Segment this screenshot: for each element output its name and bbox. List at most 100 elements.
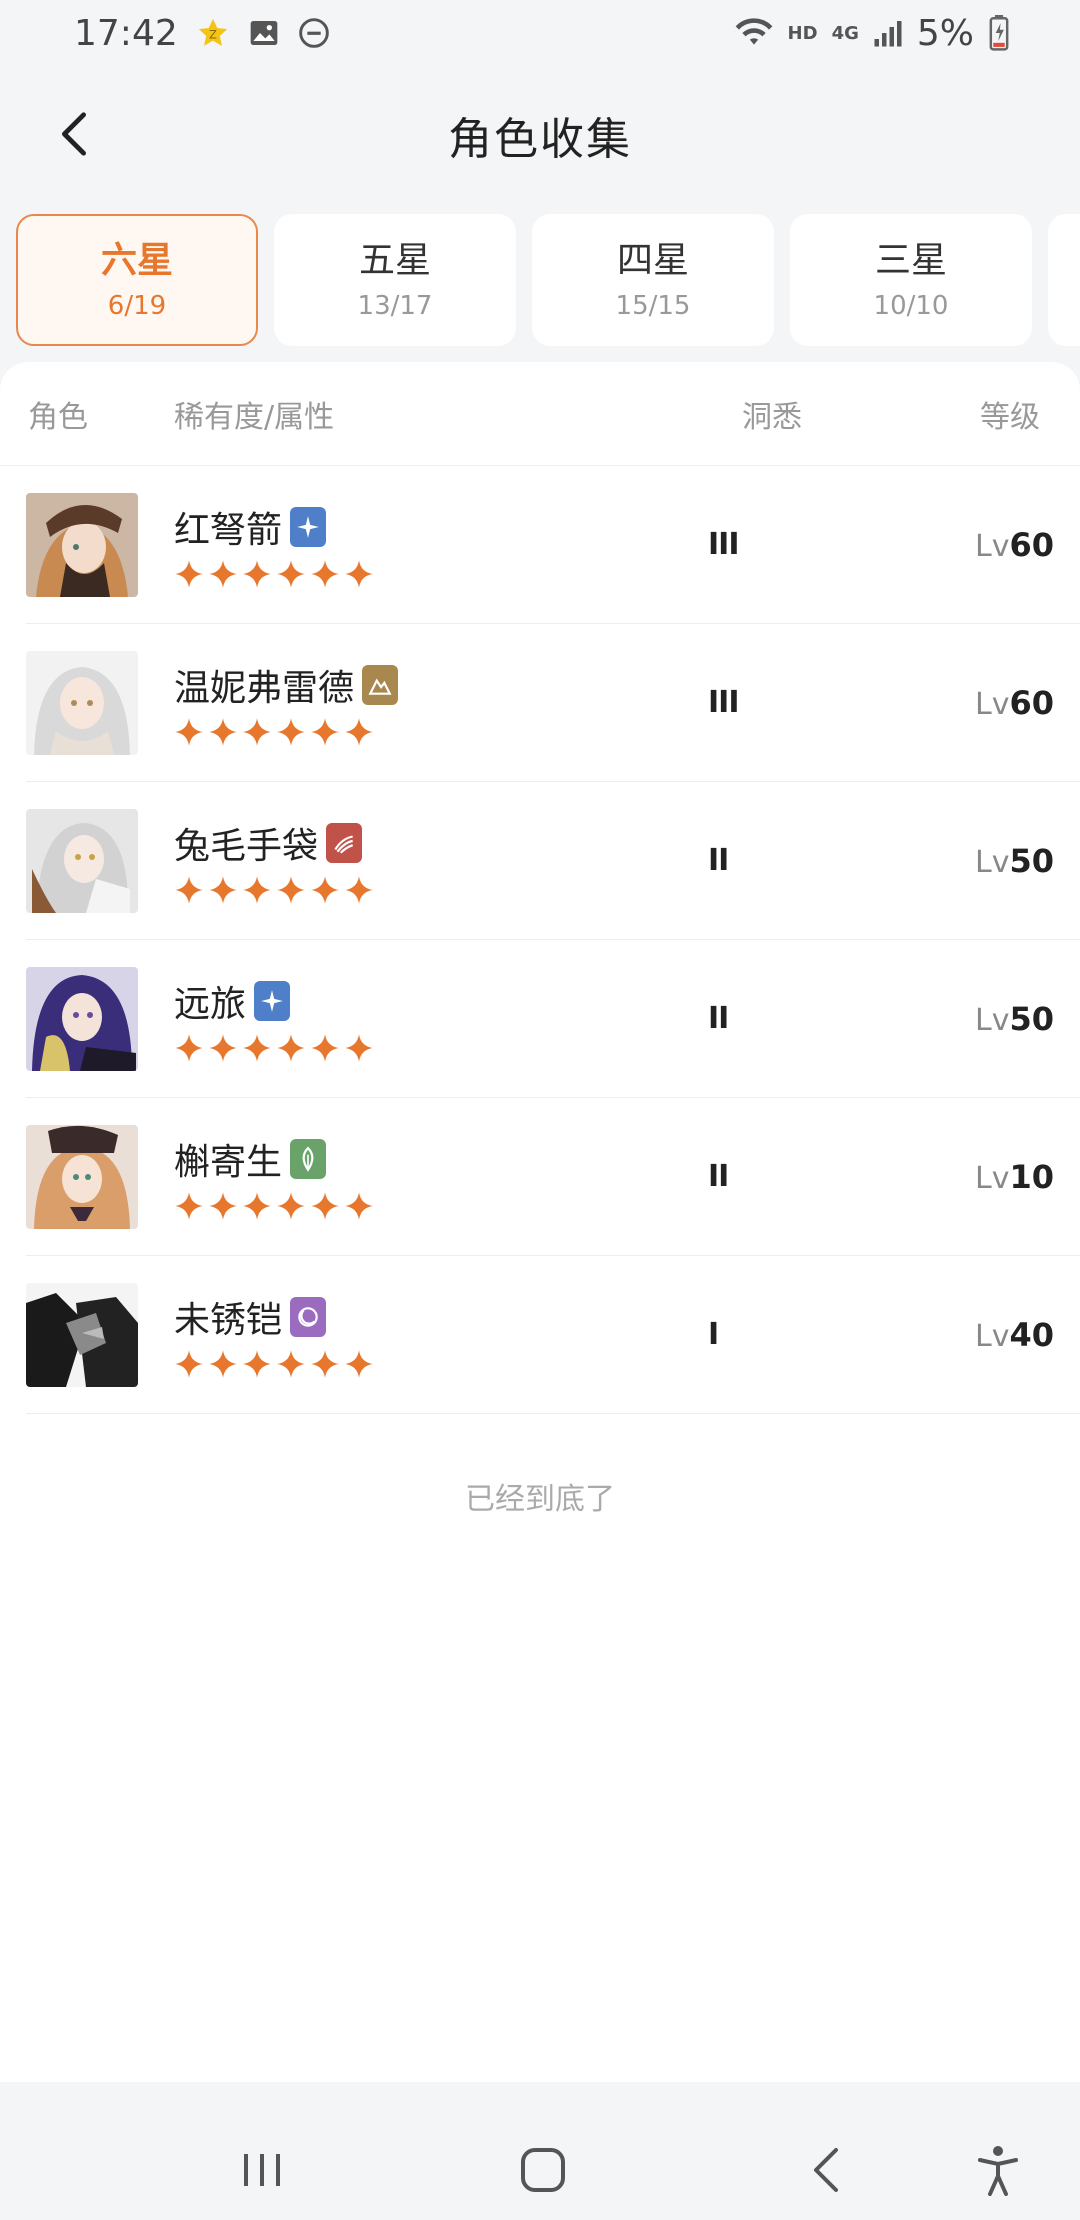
page-title: 角色收集 bbox=[448, 114, 632, 165]
rarity-star-icon bbox=[277, 559, 305, 588]
rarity-star-icon bbox=[243, 1033, 271, 1062]
status-bar: 17:42 Z HD 4G 5% bbox=[0, 0, 1080, 66]
rarity-star-icon bbox=[209, 1033, 237, 1062]
insight-level: I bbox=[708, 1317, 719, 1352]
character-name: 远旅 bbox=[174, 983, 247, 1025]
level-value: 40 bbox=[1009, 1315, 1054, 1354]
character-level: Lv50 bbox=[934, 1000, 1054, 1038]
battery-icon bbox=[988, 15, 1010, 51]
character-list: 红弩箭 III Lv60 温妮弗雷德 III Lv60 兔毛手袋 II Lv50… bbox=[0, 466, 1080, 1414]
tab-four-star[interactable]: 四星 15/15 bbox=[532, 214, 774, 346]
beast-element-icon bbox=[326, 822, 363, 863]
character-level: Lv60 bbox=[934, 526, 1054, 564]
rarity-star-icon bbox=[175, 717, 203, 746]
tab-label: 三星 bbox=[874, 240, 947, 282]
character-row[interactable]: 温妮弗雷德 III Lv60 bbox=[26, 624, 1080, 782]
rarity-stars bbox=[174, 1349, 684, 1379]
home-icon bbox=[521, 2148, 565, 2192]
character-avatar bbox=[26, 650, 138, 755]
rarity-star-icon bbox=[175, 1191, 203, 1220]
star-element-icon bbox=[254, 980, 291, 1021]
column-rarity: 稀有度/属性 bbox=[174, 399, 335, 435]
rarity-star-icon bbox=[243, 1191, 271, 1220]
rarity-stars bbox=[174, 1033, 684, 1063]
mountain-element-icon bbox=[362, 664, 399, 705]
rarity-star-icon bbox=[311, 1033, 339, 1062]
tab-count: 15/15 bbox=[615, 290, 691, 321]
character-avatar bbox=[26, 1124, 138, 1229]
rarity-star-icon bbox=[209, 717, 237, 746]
level-prefix: Lv bbox=[975, 686, 1010, 722]
rarity-star-icon bbox=[243, 1349, 271, 1378]
home-button[interactable] bbox=[503, 2130, 583, 2210]
rarity-star-icon bbox=[243, 559, 271, 588]
rarity-star-icon bbox=[209, 1349, 237, 1378]
rarity-star-icon bbox=[209, 1191, 237, 1220]
level-prefix: Lv bbox=[975, 1318, 1010, 1354]
level-prefix: Lv bbox=[975, 1160, 1010, 1196]
column-insight: 洞悉 bbox=[742, 399, 802, 435]
image-notification-icon bbox=[248, 17, 280, 49]
rarity-star-icon bbox=[311, 1191, 339, 1220]
rarity-stars bbox=[174, 717, 684, 747]
rarity-star-icon bbox=[209, 559, 237, 588]
character-row[interactable]: 槲寄生 II Lv10 bbox=[26, 1098, 1080, 1256]
rarity-star-icon bbox=[345, 717, 373, 746]
app-header: 角色收集 bbox=[0, 70, 1080, 200]
tab-count: 13/17 bbox=[357, 290, 433, 321]
character-row[interactable]: 兔毛手袋 II Lv50 bbox=[26, 782, 1080, 940]
character-name: 兔毛手袋 bbox=[174, 825, 319, 867]
spirit-element-icon bbox=[290, 1296, 327, 1337]
column-role: 角色 bbox=[28, 399, 88, 435]
signal-icon bbox=[873, 18, 903, 48]
back-nav-button[interactable] bbox=[786, 2130, 866, 2210]
rarity-star-icon bbox=[277, 717, 305, 746]
character-row[interactable]: 未锈铠 I Lv40 bbox=[26, 1256, 1080, 1414]
rarity-star-icon bbox=[311, 559, 339, 588]
character-avatar bbox=[26, 1282, 138, 1387]
rarity-star-icon bbox=[175, 559, 203, 588]
rarity-star-icon bbox=[311, 717, 339, 746]
rarity-star-icon bbox=[345, 875, 373, 904]
rarity-star-icon bbox=[243, 875, 271, 904]
tab-next-partial[interactable] bbox=[1048, 214, 1080, 346]
rarity-tabs: 六星 6/19 五星 13/17 四星 15/15 三星 10/10 bbox=[16, 214, 1080, 346]
character-avatar bbox=[26, 492, 138, 597]
recent-apps-button[interactable] bbox=[222, 2130, 302, 2210]
system-nav-bar bbox=[0, 2120, 1080, 2220]
rarity-stars bbox=[174, 1191, 684, 1221]
svg-text:Z: Z bbox=[209, 28, 217, 42]
character-name: 槲寄生 bbox=[174, 1141, 283, 1183]
level-prefix: Lv bbox=[975, 1002, 1010, 1038]
back-button[interactable] bbox=[44, 102, 104, 166]
recent-apps-icon bbox=[244, 2154, 280, 2186]
accessibility-button[interactable] bbox=[958, 2130, 1038, 2210]
rarity-star-icon bbox=[277, 1349, 305, 1378]
insight-level: II bbox=[708, 1001, 729, 1036]
character-row[interactable]: 红弩箭 III Lv60 bbox=[26, 466, 1080, 624]
level-value: 50 bbox=[1009, 841, 1054, 880]
character-row[interactable]: 远旅 II Lv50 bbox=[26, 940, 1080, 1098]
tab-six-star[interactable]: 六星 6/19 bbox=[16, 214, 258, 346]
level-value: 50 bbox=[1009, 999, 1054, 1038]
rarity-star-icon bbox=[277, 875, 305, 904]
insight-level: II bbox=[708, 1159, 729, 1194]
insight-level: II bbox=[708, 843, 729, 878]
table-header: 角色 稀有度/属性 洞悉 等级 bbox=[0, 362, 1080, 466]
character-name: 未锈铠 bbox=[174, 1299, 283, 1341]
rarity-star-icon bbox=[175, 875, 203, 904]
character-level: Lv60 bbox=[934, 684, 1054, 722]
back-nav-icon bbox=[814, 2148, 838, 2192]
plant-element-icon bbox=[290, 1138, 327, 1179]
tab-three-star[interactable]: 三星 10/10 bbox=[790, 214, 1032, 346]
rarity-star-icon bbox=[345, 1349, 373, 1378]
tab-five-star[interactable]: 五星 13/17 bbox=[274, 214, 516, 346]
collection-panel: 角色 稀有度/属性 洞悉 等级 红弩箭 III Lv60 温妮弗雷德 III L… bbox=[0, 362, 1080, 2082]
do-not-disturb-icon bbox=[298, 17, 330, 49]
rarity-star-icon bbox=[311, 875, 339, 904]
tab-label: 六星 bbox=[100, 240, 173, 282]
rarity-star-icon bbox=[345, 1191, 373, 1220]
character-name: 温妮弗雷德 bbox=[174, 667, 355, 709]
status-time: 17:42 bbox=[74, 12, 178, 54]
column-level: 等级 bbox=[980, 399, 1040, 435]
